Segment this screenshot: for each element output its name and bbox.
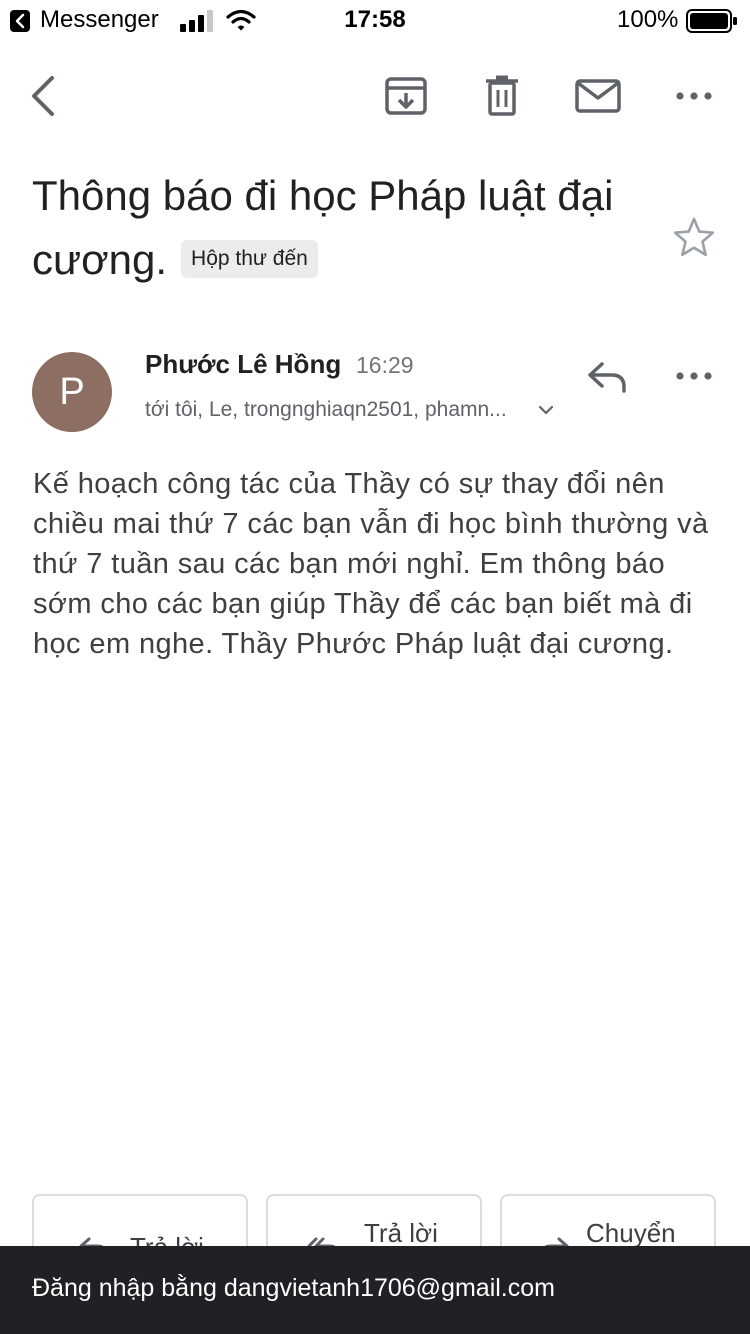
back-icon[interactable] — [28, 74, 58, 118]
snackbar-text: Đăng nhập bằng dangvietanh1706@gmail.com — [32, 1274, 555, 1302]
forward-button-label: Chuyển — [586, 1218, 676, 1248]
subject-text: Thông báo đi học Pháp luật đại cương. — [32, 172, 614, 283]
status-bar: Messenger 17:58 100% — [0, 0, 750, 40]
recipients-summary[interactable]: tới tôi, Le, trongnghiaqn2501, phamn... — [145, 398, 525, 422]
chevron-down-icon[interactable] — [538, 404, 554, 416]
reply-all-button-label: Trả lời — [364, 1218, 438, 1248]
avatar[interactable]: P — [32, 352, 112, 432]
sent-time: 16:29 — [356, 352, 414, 378]
battery-icon — [686, 9, 737, 33]
sender-name: Phước Lê Hồng — [145, 349, 342, 379]
archive-icon[interactable] — [384, 76, 428, 116]
battery-percent: 100% — [617, 6, 679, 33]
star-icon[interactable] — [672, 216, 716, 258]
reply-icon[interactable] — [586, 360, 628, 394]
mark-unread-icon[interactable] — [574, 78, 622, 114]
email-body: Kế hoạch công tác của Thầy có sự thay đổ… — [33, 468, 709, 660]
email-subject: Thông báo đi học Pháp luật đại cương. Hộp… — [32, 164, 652, 292]
message-more-icon[interactable] — [674, 366, 714, 386]
signed-in-snackbar: Đăng nhập bằng dangvietanh1706@gmail.com — [0, 1246, 750, 1334]
inbox-label-badge[interactable]: Hộp thư đến — [181, 239, 318, 278]
delete-icon[interactable] — [484, 74, 520, 116]
more-options-icon[interactable] — [674, 86, 714, 106]
